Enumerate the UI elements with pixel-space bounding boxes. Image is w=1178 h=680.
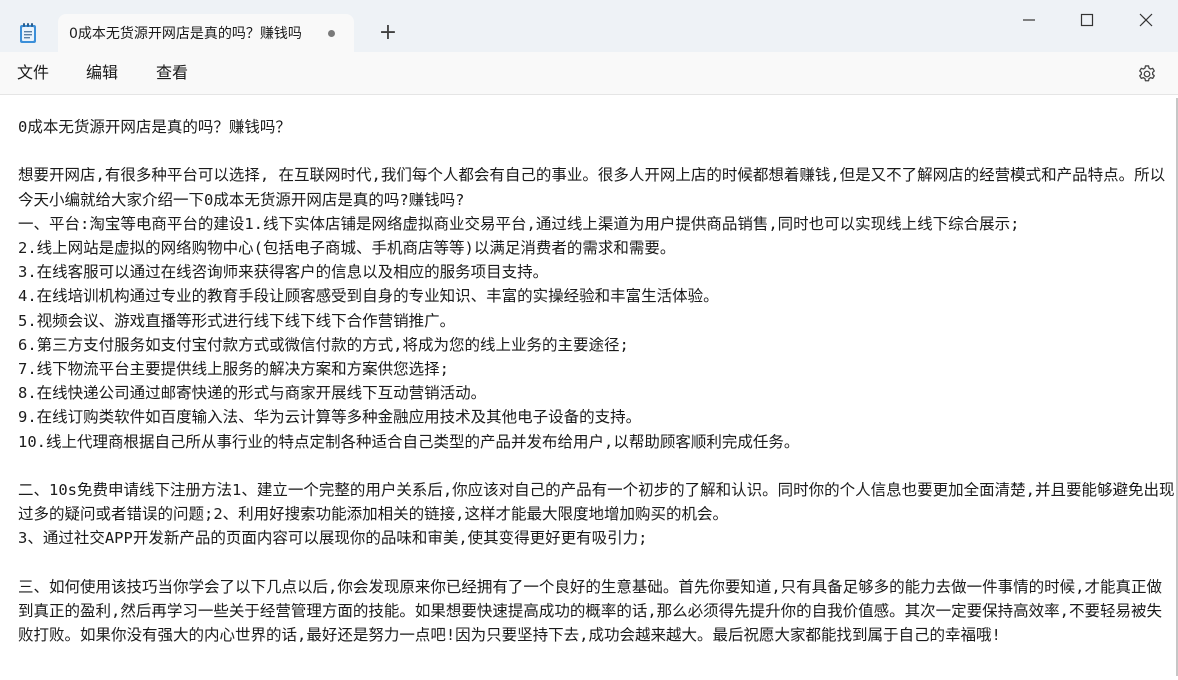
new-tab-button[interactable]: + [374,20,402,48]
tab-document[interactable]: 0成本无货源开网店是真的吗？赚钱吗 [58,14,354,52]
document-line: 10.线上代理商根据自己所从事行业的特点定制各种适合自己类型的产品并发布给用户,… [18,432,800,451]
document-line: 5.视频会议、游戏直播等形式进行线下线下线下合作营销推广。 [18,311,456,330]
document-line: 6.第三方支付服务如支付宝付款方式或微信付款的方式,将成为您的线上业务的主要途径… [18,335,629,354]
document-line: 3.在线客服可以通过在线咨询师来获得客户的信息以及相应的服务项目支持。 [18,263,549,282]
menu-bar: 文件 编辑 查看 [0,52,1178,95]
document-line: 9.在线订购类软件如百度输入法、华为云计算等多种金融应用技术及其他电子设备的支持… [18,408,642,427]
document-line: 4.在线培训机构通过专业的教育手段让顾客感受到自身的专业知识、丰富的实操经验和丰… [18,287,719,306]
document-line: 想要开网店,有很多种平台可以选择, 在互联网时代,我们每个人都会有自己的事业。很… [18,166,1166,209]
document-line: 3、通过社交APP开发新产品的页面内容可以展现你的品味和审美,使其变得更好更有吸… [18,529,648,548]
menu-edit[interactable]: 编辑 [86,63,118,83]
document-text[interactable]: 0成本无货源开网店是真的吗？赚钱吗？ 想要开网店,有很多种平台可以选择, 在互联… [18,115,1176,647]
title-bar: 0成本无货源开网店是真的吗？赚钱吗 + [0,0,1178,52]
minimize-button[interactable] [1000,0,1058,40]
notepad-window: 0成本无货源开网店是真的吗？赚钱吗 + 文件 编辑 查看 0成本无货源开网店是真… [0,0,1178,680]
menu-view[interactable]: 查看 [156,63,188,83]
menu-file[interactable]: 文件 [17,63,49,83]
document-line: 0成本无货源开网店是真的吗？赚钱吗？ [18,118,291,136]
tab-title: 0成本无货源开网店是真的吗？赚钱吗 [69,26,302,42]
close-icon [1139,13,1153,27]
gear-icon [1139,65,1155,82]
close-button[interactable] [1117,0,1175,40]
minimize-icon [1023,19,1035,21]
document-line: 二、10s免费申请线下注册方法1、建立一个完整的用户关系后,你应该对自己的产品有… [18,481,1175,524]
notepad-icon [18,22,38,44]
document-line: 7.线下物流平台主要提供线上服务的解决方案和方案供您选择; [18,360,449,379]
text-editor[interactable]: 0成本无货源开网店是真的吗？赚钱吗？ 想要开网店,有很多种平台可以选择, 在互联… [0,95,1178,680]
maximize-button[interactable] [1058,0,1116,40]
unsaved-dot-icon[interactable] [328,30,335,37]
settings-button[interactable] [1136,63,1158,85]
document-line: 三、如何使用该技巧当你学会了以下几点以后,你会发现原来你已经拥有了一个良好的生意… [18,577,1163,645]
document-line: 一、平台:淘宝等电商平台的建设1.线下实体店铺是网络虚拟商业交易平台,通过线上渠… [18,214,1020,233]
document-line: 2.线上网站是虚拟的网络购物中心(包括电子商城、手机商店等等)以满足消费者的需求… [18,239,676,258]
document-line: 8.在线快递公司通过邮寄快递的形式与商家开展线下互动营销活动。 [18,384,487,403]
maximize-icon [1080,13,1094,27]
